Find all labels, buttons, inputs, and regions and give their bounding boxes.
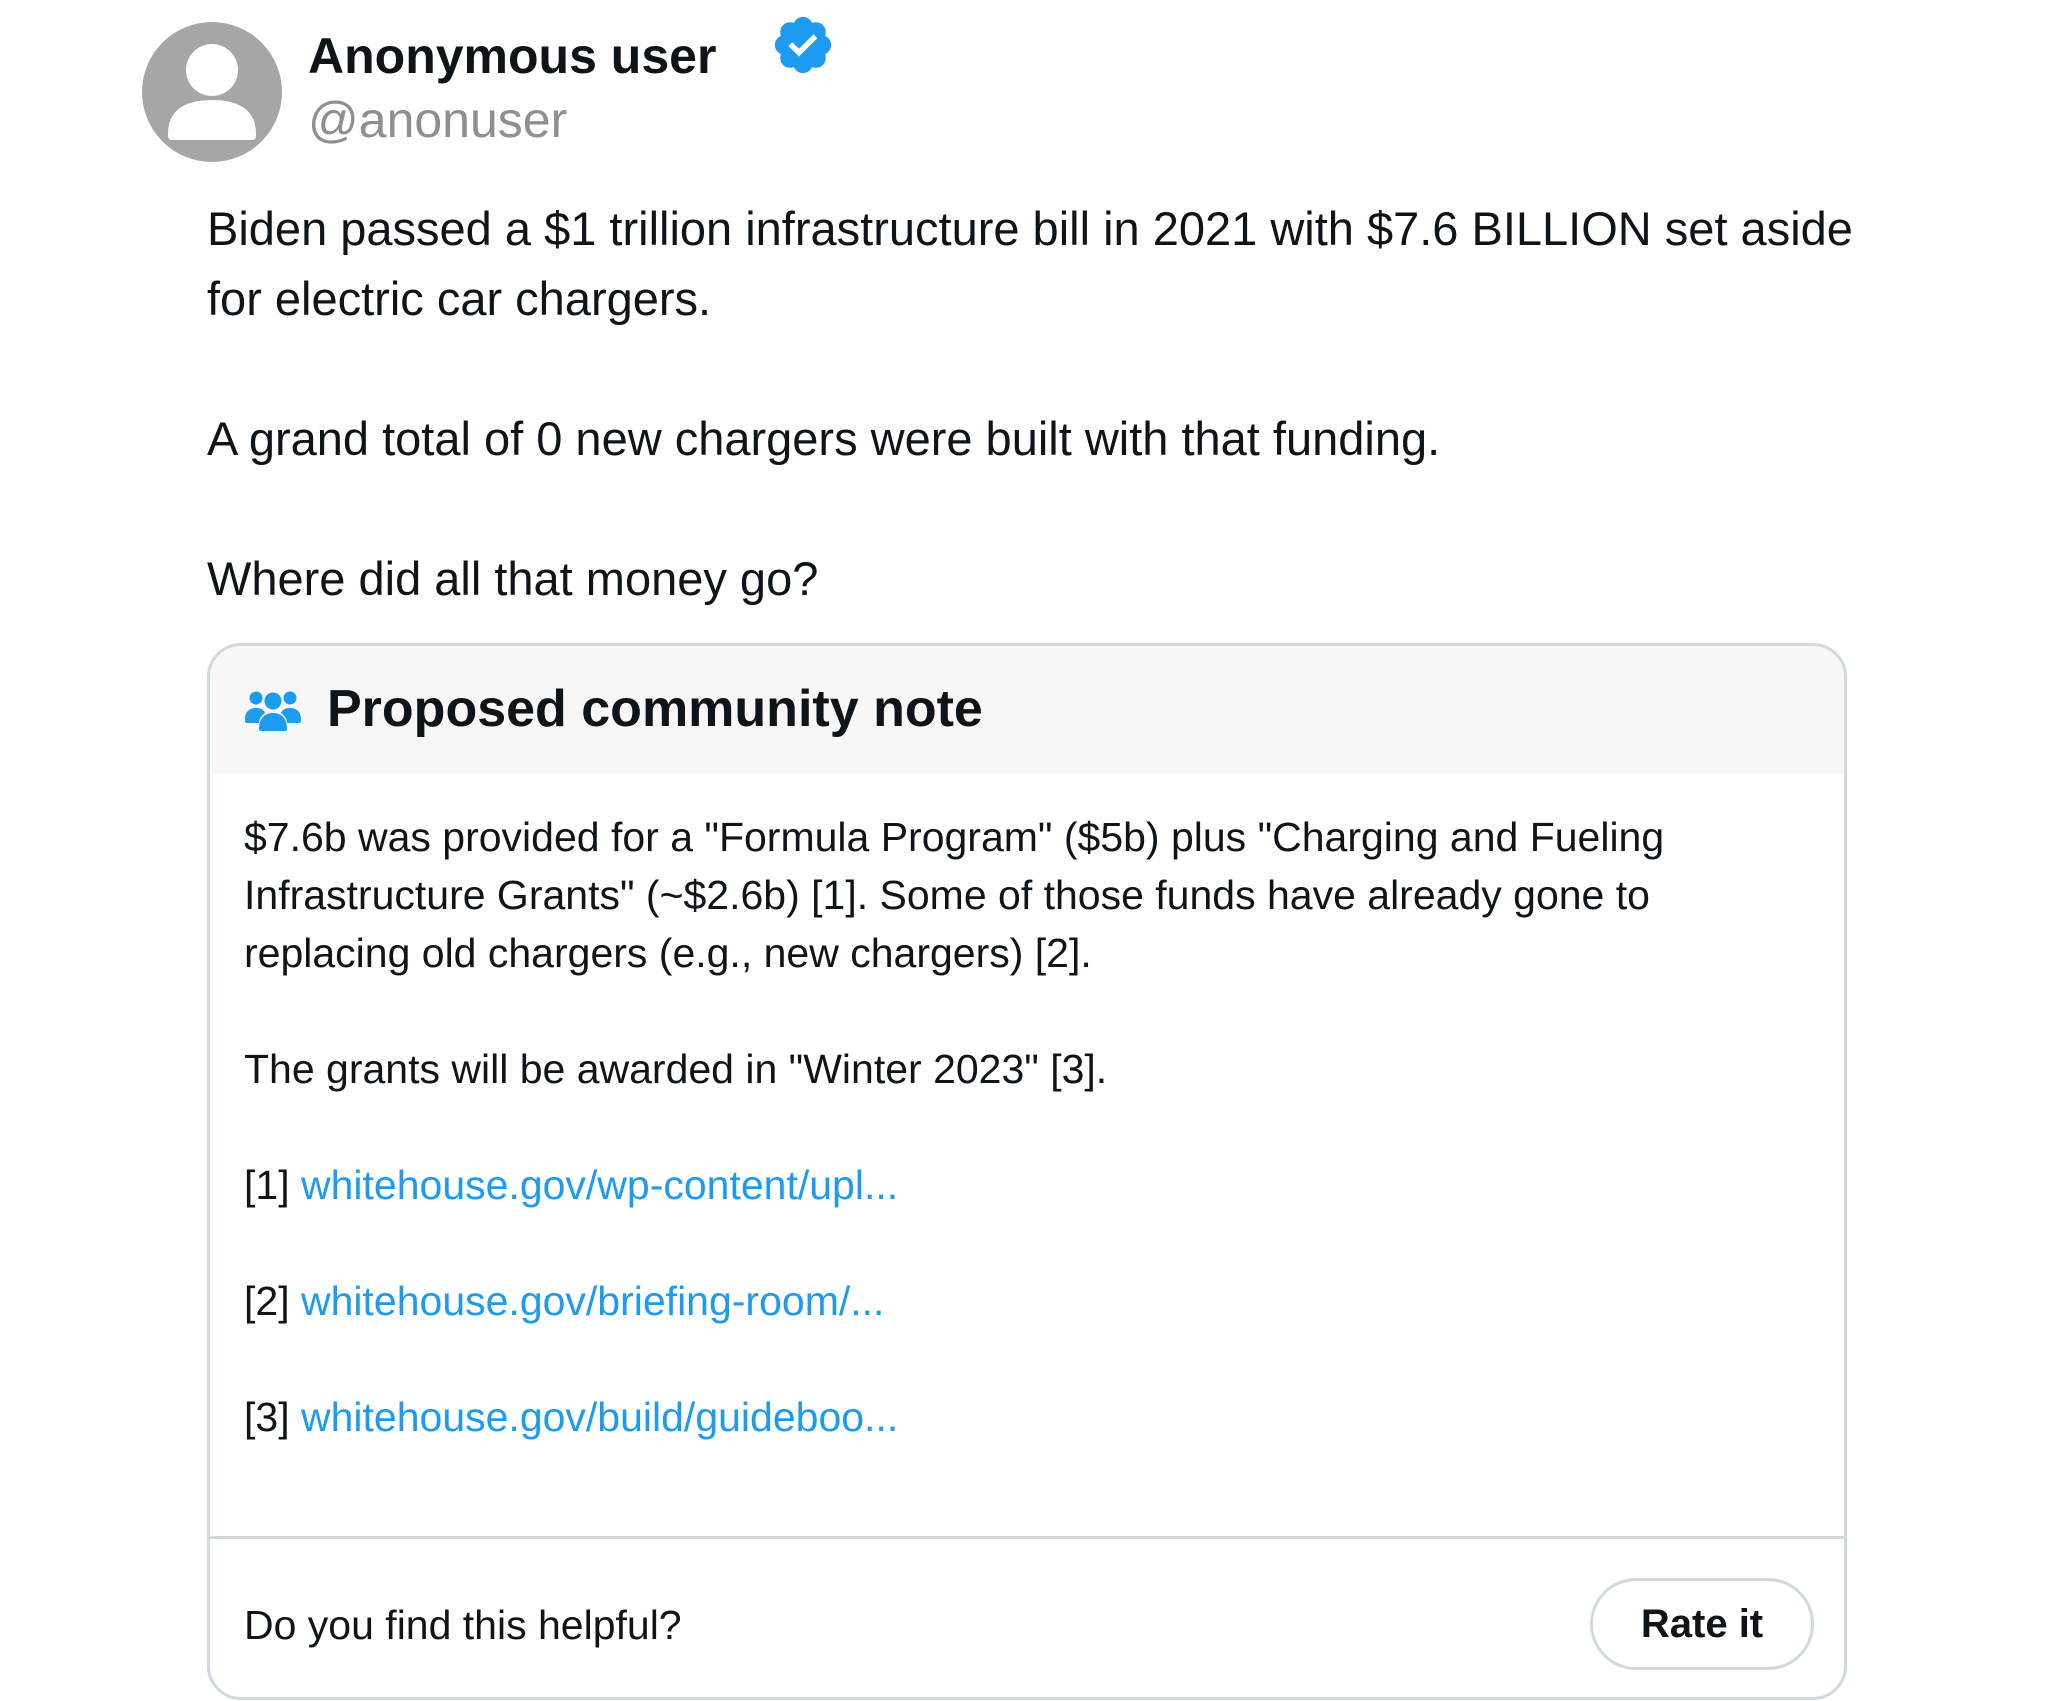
rate-it-button[interactable]: Rate it <box>1590 1578 1814 1670</box>
divider <box>210 1536 1844 1539</box>
tweet-paragraph: Biden passed a $1 trillion infrastructur… <box>207 202 1853 325</box>
reference-link[interactable]: whitehouse.gov/briefing-room/... <box>301 1278 884 1324</box>
reference-link[interactable]: whitehouse.gov/build/guideboo... <box>301 1394 898 1440</box>
avatar[interactable] <box>142 22 282 162</box>
default-user-avatar-icon <box>168 44 256 140</box>
tweet-paragraph: A grand total of 0 new chargers were bui… <box>207 412 1441 465</box>
reference-marker: [2] <box>244 1278 290 1324</box>
people-group-icon <box>245 691 301 731</box>
note-reference: [3] whitehouse.gov/build/guideboo... <box>244 1388 1814 1446</box>
note-paragraph: $7.6b was provided for a "Formula Progra… <box>244 814 1665 976</box>
note-reference: [1] whitehouse.gov/wp-content/upl... <box>244 1156 1814 1214</box>
verified-badge-icon <box>774 16 832 74</box>
tweet-paragraph: Where did all that money go? <box>207 552 819 605</box>
user-handle[interactable]: @anonuser <box>308 88 567 152</box>
community-note-card: Proposed community note $7.6b was provid… <box>207 643 1847 1700</box>
reference-marker: [1] <box>244 1162 290 1208</box>
community-note-header: Proposed community note <box>210 646 1844 774</box>
reference-marker: [3] <box>244 1394 290 1440</box>
community-note-title: Proposed community note <box>327 680 983 738</box>
reference-link[interactable]: whitehouse.gov/wp-content/upl... <box>301 1162 898 1208</box>
tweet-text: Biden passed a $1 trillion infrastructur… <box>207 194 1887 614</box>
note-reference: [2] whitehouse.gov/briefing-room/... <box>244 1272 1814 1330</box>
helpful-question: Do you find this helpful? <box>244 1602 682 1648</box>
community-note-body: $7.6b was provided for a "Formula Progra… <box>244 808 1814 1446</box>
display-name[interactable]: Anonymous user <box>308 24 716 88</box>
note-paragraph: The grants will be awarded in "Winter 20… <box>244 1046 1108 1092</box>
